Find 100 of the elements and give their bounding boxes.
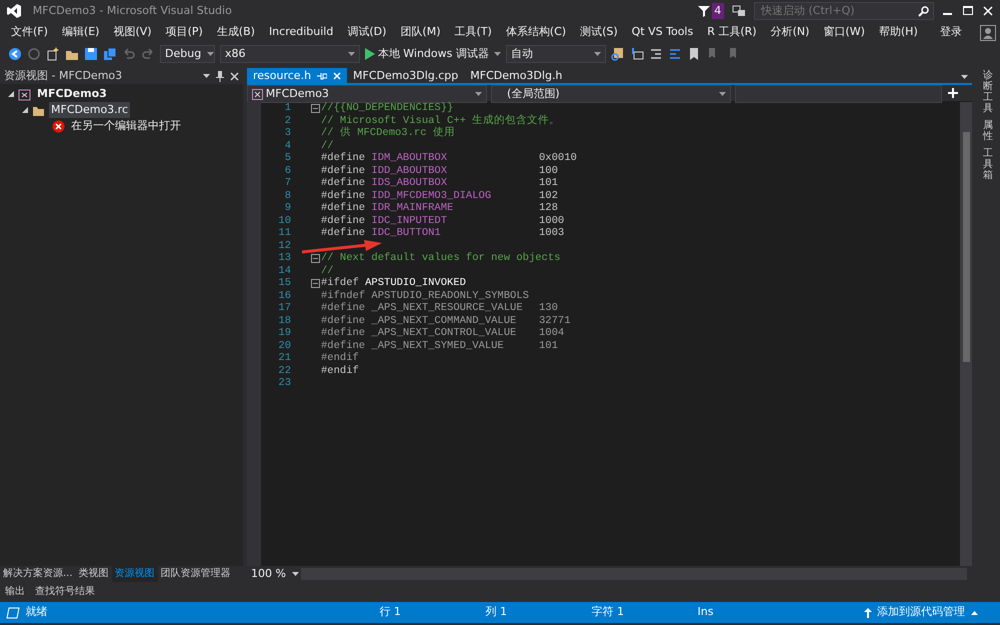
line-number: 14 bbox=[277, 264, 291, 277]
outdent-icon[interactable] bbox=[648, 47, 663, 61]
line-number: 18 bbox=[277, 314, 291, 327]
code-token: _APS_NEXT_COMMAND_VALUE bbox=[371, 314, 516, 327]
step-icon[interactable] bbox=[630, 47, 644, 61]
menu-item[interactable]: 生成(B) bbox=[210, 24, 262, 41]
collapse-icon[interactable] bbox=[311, 278, 320, 288]
line-number: 6 bbox=[284, 164, 291, 177]
quick-launch-field[interactable]: 快速启动 (Ctrl+Q) bbox=[754, 2, 934, 20]
expanded-icon[interactable] bbox=[22, 107, 28, 113]
line-number: 22 bbox=[277, 364, 291, 377]
code-token: #define bbox=[321, 202, 366, 214]
filter-icon[interactable] bbox=[698, 5, 710, 17]
output-tab[interactable]: 查找符号结果 bbox=[32, 584, 98, 600]
up-arrow-icon bbox=[864, 608, 872, 618]
expanded-icon[interactable] bbox=[8, 91, 14, 97]
redo-icon[interactable] bbox=[141, 47, 155, 61]
document-tab[interactable]: MFCDemo3Dlg.cpp bbox=[347, 68, 464, 83]
caret-icon[interactable] bbox=[494, 52, 501, 56]
feedback-icon[interactable] bbox=[732, 5, 746, 17]
output-tab[interactable]: 输出 bbox=[2, 584, 28, 600]
menu-item[interactable]: R 工具(R) bbox=[700, 24, 764, 41]
user-icon[interactable] bbox=[980, 24, 996, 40]
menu-item[interactable]: Qt VS Tools bbox=[624, 24, 700, 41]
code-token: #define bbox=[321, 164, 366, 177]
code-value: 130 bbox=[539, 302, 558, 314]
side-tab[interactable]: 诊断工具 bbox=[983, 70, 993, 114]
code-value: 101 bbox=[539, 340, 558, 352]
mode-indicator: Ins bbox=[698, 604, 714, 620]
code-token: #endif bbox=[321, 364, 359, 377]
code-value: 102 bbox=[539, 190, 558, 202]
line-number: 16 bbox=[277, 290, 291, 302]
code-value: 128 bbox=[539, 202, 558, 214]
horizontal-scrollbar[interactable] bbox=[300, 568, 966, 580]
new-project-icon[interactable] bbox=[46, 47, 60, 61]
collapse-icon[interactable] bbox=[311, 254, 320, 263]
forward-icon[interactable] bbox=[27, 47, 41, 61]
panel-tab[interactable]: 资源视图 bbox=[112, 566, 158, 582]
caret-icon[interactable] bbox=[961, 75, 968, 79]
panel-tab[interactable]: 团队资源管理器 bbox=[158, 566, 234, 582]
code-token: IDC_INPUTEDT bbox=[371, 214, 448, 227]
platform-dropdown[interactable]: x86 bbox=[220, 45, 360, 63]
document-tab[interactable]: resource.h bbox=[247, 68, 348, 83]
line-number: 11 bbox=[277, 227, 291, 240]
source-control-button[interactable]: 添加到源代码管理 bbox=[877, 604, 965, 621]
code-value: 1000 bbox=[539, 214, 564, 227]
line-number: 5 bbox=[284, 152, 291, 164]
menu-item[interactable]: 测试(S) bbox=[573, 24, 625, 41]
tree-item[interactable]: 在另一个编辑器中打开 bbox=[69, 118, 183, 134]
run-button[interactable]: 本地 Windows 调试器 bbox=[365, 46, 489, 62]
tree-item[interactable]: MFCDemo3.rc bbox=[49, 102, 130, 118]
side-tab[interactable]: 属性 bbox=[983, 120, 993, 142]
pin-icon[interactable] bbox=[216, 70, 224, 82]
back-icon[interactable] bbox=[8, 47, 22, 61]
document-tab[interactable]: MFCDemo3Dlg.h bbox=[464, 68, 572, 83]
menu-item[interactable]: 工具(T) bbox=[447, 24, 499, 41]
scope-dropdown[interactable]: MFCDemo3 bbox=[247, 85, 487, 103]
find-icon[interactable] bbox=[610, 47, 625, 61]
menu-item[interactable]: Incredibuild bbox=[262, 24, 340, 41]
menu-item[interactable]: 分析(N) bbox=[764, 24, 816, 41]
menu-item[interactable]: 文件(F) bbox=[4, 24, 55, 41]
collapse-icon[interactable] bbox=[311, 104, 320, 113]
project-icon bbox=[252, 88, 263, 100]
menu-item[interactable]: 视图(V) bbox=[106, 24, 159, 41]
tree-item[interactable]: MFCDemo3 bbox=[35, 86, 109, 102]
menu-item[interactable]: 调试(D) bbox=[340, 24, 394, 41]
column-indicator: 列 1 bbox=[485, 604, 508, 620]
menu-item[interactable]: 编辑(E) bbox=[54, 24, 106, 41]
code-value: 0x0010 bbox=[539, 152, 577, 164]
member-dropdown[interactable]: (全局范围) bbox=[491, 85, 731, 103]
save-all-icon[interactable] bbox=[103, 47, 117, 61]
caret-icon[interactable] bbox=[971, 610, 978, 614]
code-token: IDS_ABOUTBOX bbox=[371, 177, 448, 190]
quick-launch-input[interactable]: 快速启动 (Ctrl+Q) bbox=[759, 2, 909, 20]
configuration-dropdown[interactable]: Debug bbox=[160, 45, 215, 63]
notification-badge: 4 bbox=[712, 2, 724, 20]
target-dropdown[interactable]: 自动 bbox=[506, 45, 606, 63]
line-number: 15 bbox=[277, 277, 291, 290]
sign-in-link[interactable]: 登录 bbox=[933, 24, 969, 41]
undo-icon[interactable] bbox=[122, 47, 136, 61]
pin-icon[interactable] bbox=[317, 72, 328, 80]
panel-tab[interactable]: 解决方案资源... bbox=[0, 566, 76, 582]
close-icon[interactable] bbox=[230, 72, 239, 80]
code-token: #define bbox=[321, 314, 366, 327]
split-icon[interactable] bbox=[948, 88, 958, 98]
menu-item[interactable]: 窗口(W) bbox=[816, 24, 872, 41]
menu-item[interactable]: 帮助(H) bbox=[872, 24, 925, 41]
menu-item[interactable]: 项目(P) bbox=[158, 24, 210, 41]
maximize-icon[interactable] bbox=[962, 5, 974, 17]
menu-item[interactable]: 体系结构(C) bbox=[498, 24, 574, 41]
scrollbar[interactable] bbox=[960, 102, 972, 566]
save-icon[interactable] bbox=[84, 47, 98, 61]
menu-item[interactable]: 团队(M) bbox=[393, 24, 448, 41]
caret-icon[interactable] bbox=[203, 74, 210, 78]
panel-tab[interactable]: 类视图 bbox=[76, 566, 112, 582]
indent-icon[interactable] bbox=[668, 47, 682, 61]
side-tab[interactable]: 工具箱 bbox=[983, 148, 993, 181]
status-icon bbox=[6, 606, 20, 618]
code-token: // bbox=[321, 140, 334, 152]
code-token: #define bbox=[321, 327, 366, 340]
